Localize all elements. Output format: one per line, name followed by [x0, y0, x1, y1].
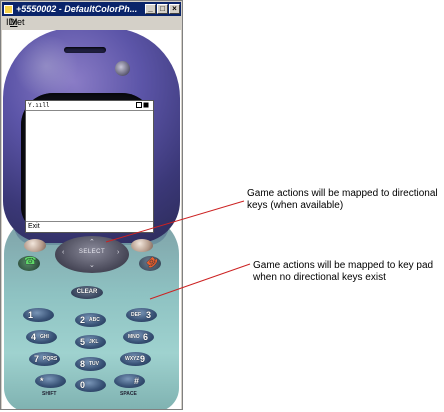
shift-label: SHIFT	[42, 391, 57, 397]
key-6[interactable]: 6 MNO	[123, 330, 154, 344]
key-hash[interactable]: #	[114, 374, 145, 388]
right-soft-key[interactable]	[131, 239, 153, 252]
annotation-directional: Game actions will be mapped to direction…	[247, 188, 438, 211]
window-title: +5550002 - DefaultColorPh...	[16, 4, 138, 14]
signal-icon: Y.ııll	[28, 102, 50, 109]
menu-midlet[interactable]: M IDlet	[6, 17, 25, 27]
clear-key[interactable]: CLEAR	[71, 286, 103, 299]
key-3[interactable]: 3 DEF	[126, 308, 157, 322]
emulator-window: +5550002 - DefaultColorPh... _ □ × M IDle…	[0, 0, 183, 410]
select-label: SELECT	[78, 249, 106, 255]
key-9[interactable]: 9 WXYZ	[120, 352, 151, 366]
key-8[interactable]: 8 TUV	[75, 357, 106, 371]
space-label: SPACE	[120, 391, 137, 397]
power-button[interactable]	[115, 61, 130, 76]
key-7[interactable]: 7 PQRS	[29, 352, 60, 366]
left-soft-key[interactable]	[24, 239, 46, 252]
phone-screen: Y.ııll Exit	[25, 100, 154, 233]
battery-icon	[136, 102, 150, 111]
call-key[interactable]	[18, 256, 40, 271]
key-5[interactable]: 5 JKL	[75, 335, 106, 349]
key-0[interactable]: 0	[75, 378, 106, 392]
app-icon	[4, 4, 13, 14]
softkey-exit-label: Exit	[28, 223, 40, 230]
up-arrow-icon[interactable]: ⌃	[89, 238, 95, 246]
annotation-keypad: Game actions will be mapped to key pad w…	[253, 260, 434, 283]
earpiece	[64, 47, 106, 53]
key-2[interactable]: 2 ABC	[75, 313, 106, 327]
softkey-bar: Exit	[26, 221, 153, 232]
directional-pad[interactable]: ⌃ ⌄ ‹ › SELECT	[55, 236, 129, 273]
minimize-button[interactable]: _	[145, 4, 156, 14]
key-1[interactable]: 1	[23, 308, 54, 322]
menu-bar: M IDlet	[2, 17, 181, 29]
key-star[interactable]: *	[35, 374, 66, 388]
status-bar: Y.ııll	[26, 101, 153, 111]
close-button[interactable]: ×	[169, 4, 180, 14]
phone-skin: Y.ııll Exit ⌃ ⌄ ‹ › SELECT CLEAR 1 2ABC …	[2, 30, 181, 409]
end-key[interactable]	[139, 256, 161, 271]
key-4[interactable]: 4 GHI	[26, 330, 57, 344]
down-arrow-icon[interactable]: ⌄	[89, 261, 95, 269]
maximize-button[interactable]: □	[157, 4, 168, 14]
title-bar[interactable]: +5550002 - DefaultColorPh... _ □ ×	[2, 2, 181, 16]
